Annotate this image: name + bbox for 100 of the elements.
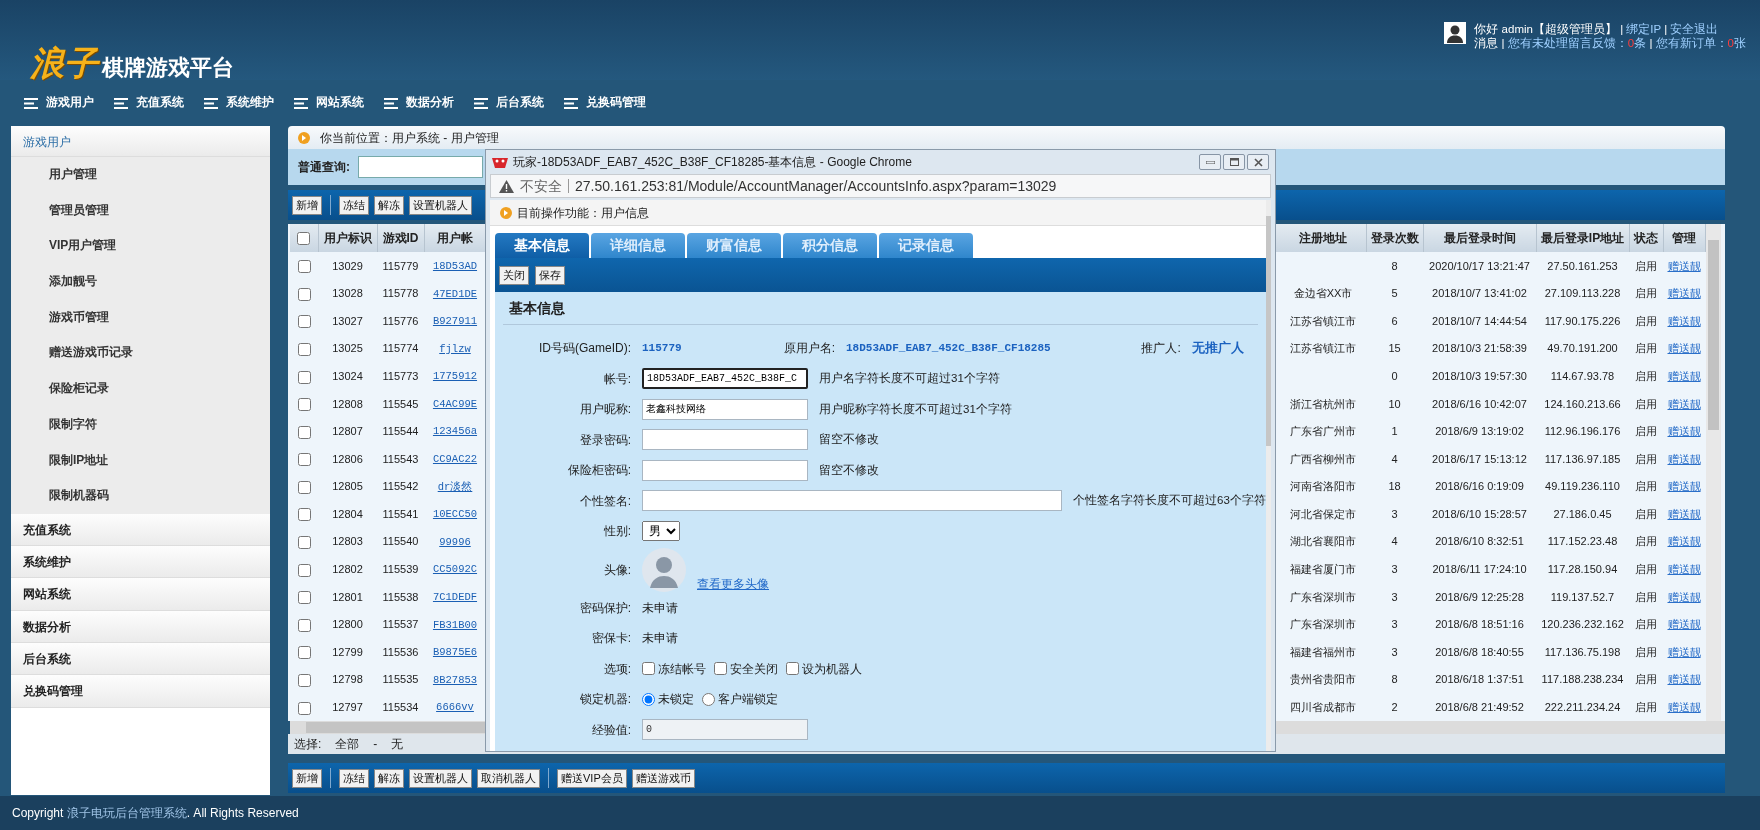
row-checkbox[interactable]	[297, 618, 311, 632]
manage-link[interactable]: 赠送靓	[1667, 369, 1701, 382]
account-link[interactable]: fjlzw	[439, 342, 471, 355]
account-link[interactable]: CC5092C	[432, 563, 478, 576]
account-link[interactable]: 99996	[439, 535, 471, 548]
account-link[interactable]: 47ED1DE	[432, 287, 478, 300]
toolbar-button[interactable]: 赠送游戏币	[631, 768, 695, 788]
address-bar[interactable]: 不安全 27.50.161.253:81/Module/AccountManager/AccountsInfo.aspx?param=13029	[490, 174, 1271, 198]
sidebar-item[interactable]: 限制机器码	[11, 478, 270, 514]
manage-link[interactable]: 赠送靓	[1667, 452, 1701, 465]
header-link[interactable]: 安全退出	[1670, 23, 1719, 35]
text-field[interactable]	[642, 490, 1062, 512]
sidebar-group[interactable]: 游戏用户	[11, 126, 270, 157]
text-field[interactable]: 18D53ADF_EAB7_452C_B38F_C	[642, 368, 808, 390]
select-all-checkbox[interactable]	[297, 232, 311, 246]
toolbar-button[interactable]: 冻结	[339, 768, 369, 788]
manage-link[interactable]: 赠送靓	[1667, 342, 1701, 355]
account-link[interactable]: C4AC99E	[432, 397, 478, 410]
row-checkbox[interactable]	[297, 342, 311, 356]
manage-link[interactable]: 赠送靓	[1667, 287, 1701, 300]
account-link[interactable]: 8B27853	[432, 673, 478, 686]
row-checkbox[interactable]	[297, 398, 311, 412]
row-checkbox[interactable]	[297, 287, 311, 301]
sidebar-group[interactable]: 数据分析	[11, 610, 270, 644]
action-button[interactable]: 关闭	[499, 265, 529, 285]
radio-button[interactable]	[642, 692, 655, 706]
sidebar-item[interactable]: 游戏币管理	[11, 299, 270, 336]
account-link[interactable]: 10ECC50	[432, 508, 478, 521]
sidebar-group[interactable]: 后台系统	[11, 643, 270, 676]
account-link[interactable]: dr淡然	[437, 480, 473, 493]
search-field[interactable]	[358, 156, 483, 178]
sidebar-group[interactable]: 系统维护	[11, 546, 270, 579]
toolbar-button[interactable]: 设置机器人	[409, 195, 472, 215]
select-none-link[interactable]: 无	[391, 735, 404, 754]
checkbox[interactable]	[642, 662, 655, 676]
manage-link[interactable]: 赠送靓	[1667, 563, 1701, 576]
row-checkbox[interactable]	[297, 315, 311, 329]
checkbox[interactable]	[786, 662, 799, 676]
row-checkbox[interactable]	[297, 480, 311, 494]
sidebar-item[interactable]: VIP用户管理	[11, 228, 270, 265]
row-checkbox[interactable]	[297, 425, 311, 439]
row-checkbox[interactable]	[297, 260, 311, 274]
row-checkbox[interactable]	[297, 536, 311, 550]
sidebar-item[interactable]: 限制IP地址	[11, 442, 270, 479]
manage-link[interactable]: 赠送靓	[1667, 535, 1701, 548]
account-link[interactable]: FB31B00	[432, 618, 478, 631]
manage-link[interactable]: 赠送靓	[1667, 480, 1701, 493]
account-link[interactable]: B9875E6	[432, 646, 478, 659]
sidebar-item[interactable]: 添加靓号	[11, 264, 270, 300]
row-checkbox[interactable]	[297, 563, 311, 577]
vertical-scrollbar[interactable]	[1705, 224, 1721, 722]
checkbox[interactable]	[714, 662, 727, 676]
row-checkbox[interactable]	[297, 674, 311, 688]
nav-menu-item[interactable]: 后台系统	[474, 94, 544, 112]
account-link[interactable]: 1775912	[432, 370, 478, 383]
account-link[interactable]: 7C1DEDF	[432, 591, 478, 604]
header-link[interactable]: 绑定IP	[1626, 23, 1661, 35]
manage-link[interactable]: 赠送靓	[1667, 701, 1701, 714]
sidebar-item[interactable]: 用户管理	[11, 157, 270, 193]
toolbar-button[interactable]: 解冻	[374, 195, 404, 215]
nav-menu-item[interactable]: 网站系统	[294, 94, 364, 112]
account-link[interactable]: 123456a	[432, 425, 478, 438]
account-link[interactable]: 6666vv	[436, 701, 474, 714]
gender-select[interactable]: 男	[642, 521, 680, 542]
manage-link[interactable]: 赠送靓	[1667, 314, 1701, 327]
manage-link[interactable]: 赠送靓	[1667, 425, 1701, 438]
account-link[interactable]: CC9AC22	[432, 453, 478, 466]
text-field[interactable]: 老鑫科技网络	[642, 398, 808, 420]
row-checkbox[interactable]	[297, 701, 311, 715]
manage-link[interactable]: 赠送靓	[1667, 618, 1701, 631]
manage-link[interactable]: 赠送靓	[1667, 590, 1701, 603]
sidebar-group[interactable]: 兑换码管理	[11, 675, 270, 708]
action-button[interactable]: 保存	[535, 265, 565, 285]
footer-link[interactable]: 浪子电玩后台管理系统	[66, 806, 187, 820]
sidebar-group[interactable]: 网站系统	[11, 578, 270, 611]
sidebar-item[interactable]: 管理员管理	[11, 192, 270, 229]
tab[interactable]: 基本信息	[495, 233, 589, 258]
toolbar-button[interactable]: 取消机器人	[477, 768, 540, 788]
nav-menu-item[interactable]: 游戏用户	[24, 94, 94, 112]
more-avatars-link[interactable]: 查看更多头像	[697, 574, 769, 593]
sidebar-item[interactable]: 赠送游戏币记录	[11, 335, 270, 372]
sidebar-item[interactable]: 限制字符	[11, 406, 270, 443]
maximize-button[interactable]	[1223, 154, 1245, 170]
radio-button[interactable]	[702, 692, 715, 706]
manage-link[interactable]: 赠送靓	[1667, 507, 1701, 520]
toolbar-button[interactable]: 赠送VIP会员	[557, 768, 627, 788]
text-field[interactable]	[642, 459, 808, 481]
text-field[interactable]	[642, 429, 808, 451]
manage-link[interactable]: 赠送靓	[1667, 397, 1701, 410]
sidebar-item[interactable]: 保险柜记录	[11, 371, 270, 407]
toolbar-button[interactable]: 设置机器人	[409, 768, 472, 788]
nav-menu-item[interactable]: 系统维护	[204, 94, 274, 112]
row-checkbox[interactable]	[297, 591, 311, 605]
account-link[interactable]: 18D53AD	[432, 259, 478, 272]
toolbar-button[interactable]: 新增	[292, 195, 322, 215]
select-all-link[interactable]: 全部	[335, 735, 360, 754]
sidebar-group[interactable]: 充值系统	[11, 513, 270, 547]
nav-menu-item[interactable]: 兑换码管理	[564, 94, 646, 112]
toolbar-button[interactable]: 冻结	[339, 195, 369, 215]
row-checkbox[interactable]	[297, 453, 311, 467]
